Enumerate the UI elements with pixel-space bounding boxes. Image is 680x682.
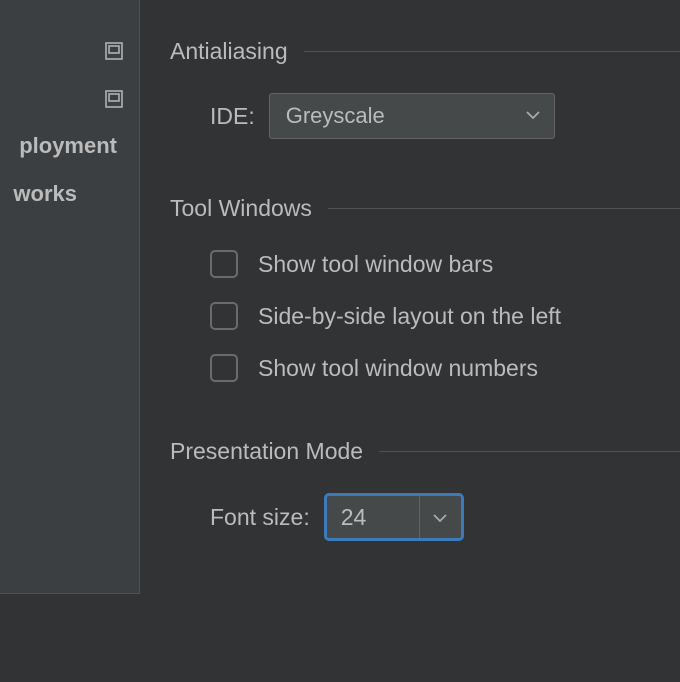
opt-show-tool-window-bars[interactable]: Show tool window bars xyxy=(210,250,680,278)
divider xyxy=(379,451,680,452)
checkbox-label: Side-by-side layout on the left xyxy=(258,303,561,330)
section-antialiasing: Antialiasing IDE: Greyscale xyxy=(170,38,680,139)
ide-antialias-label: IDE: xyxy=(210,103,255,130)
section-tool-windows: Tool Windows Show tool window bars Side-… xyxy=(170,195,680,382)
divider xyxy=(328,208,680,209)
ide-antialias-select[interactable]: Greyscale xyxy=(269,93,555,139)
sidebar-item-deployment[interactable]: ployment xyxy=(19,133,117,159)
checkbox[interactable] xyxy=(210,354,238,382)
section-title-tool-windows: Tool Windows xyxy=(170,195,312,222)
checkbox-label: Show tool window bars xyxy=(258,251,493,278)
opt-show-tool-window-numbers[interactable]: Show tool window numbers xyxy=(210,354,680,382)
opt-side-by-side-left[interactable]: Side-by-side layout on the left xyxy=(210,302,680,330)
sidebar-item-frameworks[interactable]: works xyxy=(13,181,77,207)
chevron-down-icon xyxy=(433,504,447,530)
checkbox[interactable] xyxy=(210,302,238,330)
settings-content: Antialiasing IDE: Greyscale Tool Windows… xyxy=(140,0,680,682)
settings-sidebar: ployment works xyxy=(0,0,140,594)
section-title-presentation: Presentation Mode xyxy=(170,438,363,465)
divider xyxy=(304,51,680,52)
font-size-input[interactable] xyxy=(327,496,419,538)
checkbox-label: Show tool window numbers xyxy=(258,355,538,382)
chevron-down-icon xyxy=(526,111,540,121)
font-size-spinner[interactable] xyxy=(324,493,464,541)
section-presentation-mode: Presentation Mode Font size: xyxy=(170,438,680,541)
collapse-icon[interactable] xyxy=(103,88,125,110)
font-size-label: Font size: xyxy=(210,504,310,531)
checkbox[interactable] xyxy=(210,250,238,278)
section-title-antialiasing: Antialiasing xyxy=(170,38,288,65)
ide-antialias-value: Greyscale xyxy=(286,103,385,129)
font-size-dropdown-button[interactable] xyxy=(419,496,461,538)
collapse-icon[interactable] xyxy=(103,40,125,62)
